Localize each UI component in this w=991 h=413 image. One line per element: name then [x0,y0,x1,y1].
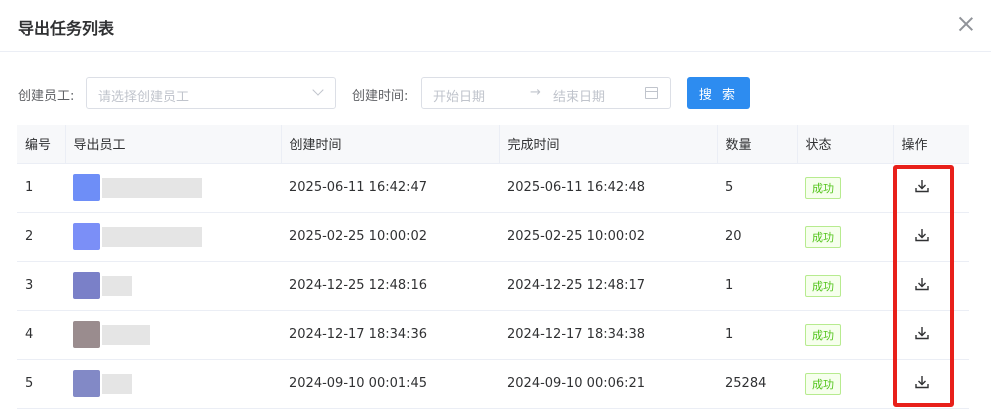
cell-actions [893,359,969,409]
cell-status: 成功 [797,261,893,311]
status-badge: 成功 [805,372,841,395]
cell-employee [65,310,281,360]
table-header-row: 编号 导出员工 创建时间 完成时间 数量 状态 操作 [17,125,969,164]
cell-count: 25284 [717,359,797,409]
cell-actions [893,163,969,213]
dialog-title: 导出任务列表 [18,19,115,38]
cell-count: 1 [717,261,797,311]
download-icon[interactable] [913,324,931,342]
filter-bar: 创建员工: 请选择创建员工 创建时间: 开始日期 → 结束日期 搜 索 [0,77,991,109]
cell-status: 成功 [797,163,893,213]
status-badge: 成功 [805,225,841,248]
cell-id: 4 [17,310,65,360]
table-row: 5 2024-09-10 00:01:45 2024-09-10 00:06:2… [17,359,969,409]
cell-count: 1 [717,310,797,360]
status-badge: 成功 [805,176,841,199]
blurred-name [102,226,202,247]
cell-status: 成功 [797,212,893,262]
avatar [73,174,100,201]
export-task-dialog: 导出任务列表 创建员工: 请选择创建员工 创建时间: 开始日期 → 结束日期 搜… [0,0,991,413]
employee-select-placeholder: 请选择创建员工 [98,90,190,105]
avatar [73,272,100,299]
cell-id: 2 [17,212,65,262]
cell-id: 5 [17,359,65,409]
start-date-input[interactable]: 开始日期 [433,86,485,105]
chevron-down-icon [313,86,323,96]
table-row: 3 2024-12-25 12:48:16 2024-12-25 12:48:1… [17,261,969,311]
avatar [73,370,100,397]
cell-employee [65,163,281,213]
cell-created: 2024-12-25 12:48:16 [281,261,499,311]
cell-status: 成功 [797,359,893,409]
table-row: 2 2025-02-25 10:00:02 2025-02-25 10:00:0… [17,212,969,262]
download-icon[interactable] [913,275,931,293]
cell-created: 2025-06-11 16:42:47 [281,163,499,213]
cell-employee [65,359,281,409]
status-badge: 成功 [805,323,841,346]
cell-created: 2025-02-25 10:00:02 [281,212,499,262]
employee-filter-label: 创建员工: [18,89,75,104]
blurred-name [102,177,202,198]
cell-actions [893,261,969,311]
cell-employee [65,261,281,311]
table-row: 4 2024-12-17 18:34:36 2024-12-17 18:34:3… [17,310,969,360]
download-icon[interactable] [913,373,931,391]
column-header-actions: 操作 [892,125,969,164]
column-header-status: 状态 [796,125,893,164]
column-header-finished: 完成时间 [498,125,717,164]
cell-finished: 2024-12-25 12:48:17 [499,261,717,311]
status-badge: 成功 [805,274,841,297]
date-range-picker[interactable]: 开始日期 → 结束日期 [421,77,671,109]
cell-finished: 2025-02-25 10:00:02 [499,212,717,262]
export-task-table: 编号 导出员工 创建时间 完成时间 数量 状态 操作 1 2025-06-11 … [17,125,969,409]
column-header-id: 编号 [17,125,65,164]
cell-finished: 2024-12-17 18:34:38 [499,310,717,360]
cell-count: 20 [717,212,797,262]
cell-actions [893,212,969,262]
blurred-name [102,275,132,296]
dialog-header: 导出任务列表 [0,0,991,52]
cell-finished: 2024-09-10 00:06:21 [499,359,717,409]
download-icon[interactable] [913,177,931,195]
cell-id: 3 [17,261,65,311]
cell-created: 2024-12-17 18:34:36 [281,310,499,360]
range-separator-icon: → [530,85,541,100]
column-header-count: 数量 [716,125,797,164]
cell-actions [893,310,969,360]
cell-id: 1 [17,163,65,213]
close-icon[interactable] [956,14,976,34]
cell-status: 成功 [797,310,893,360]
cell-created: 2024-09-10 00:01:45 [281,359,499,409]
end-date-input[interactable]: 结束日期 [553,86,605,105]
time-filter-label: 创建时间: [352,89,409,104]
calendar-icon [645,87,658,99]
table-row: 1 2025-06-11 16:42:47 2025-06-11 16:42:4… [17,163,969,213]
cell-employee [65,212,281,262]
cell-count: 5 [717,163,797,213]
download-icon[interactable] [913,226,931,244]
search-button[interactable]: 搜 索 [687,77,750,109]
column-header-employee: 导出员工 [64,125,281,164]
blurred-name [102,373,132,394]
employee-select[interactable]: 请选择创建员工 [86,77,336,109]
avatar [73,223,100,250]
blurred-name [102,324,150,345]
column-header-created: 创建时间 [280,125,499,164]
avatar [73,321,100,348]
cell-finished: 2025-06-11 16:42:48 [499,163,717,213]
